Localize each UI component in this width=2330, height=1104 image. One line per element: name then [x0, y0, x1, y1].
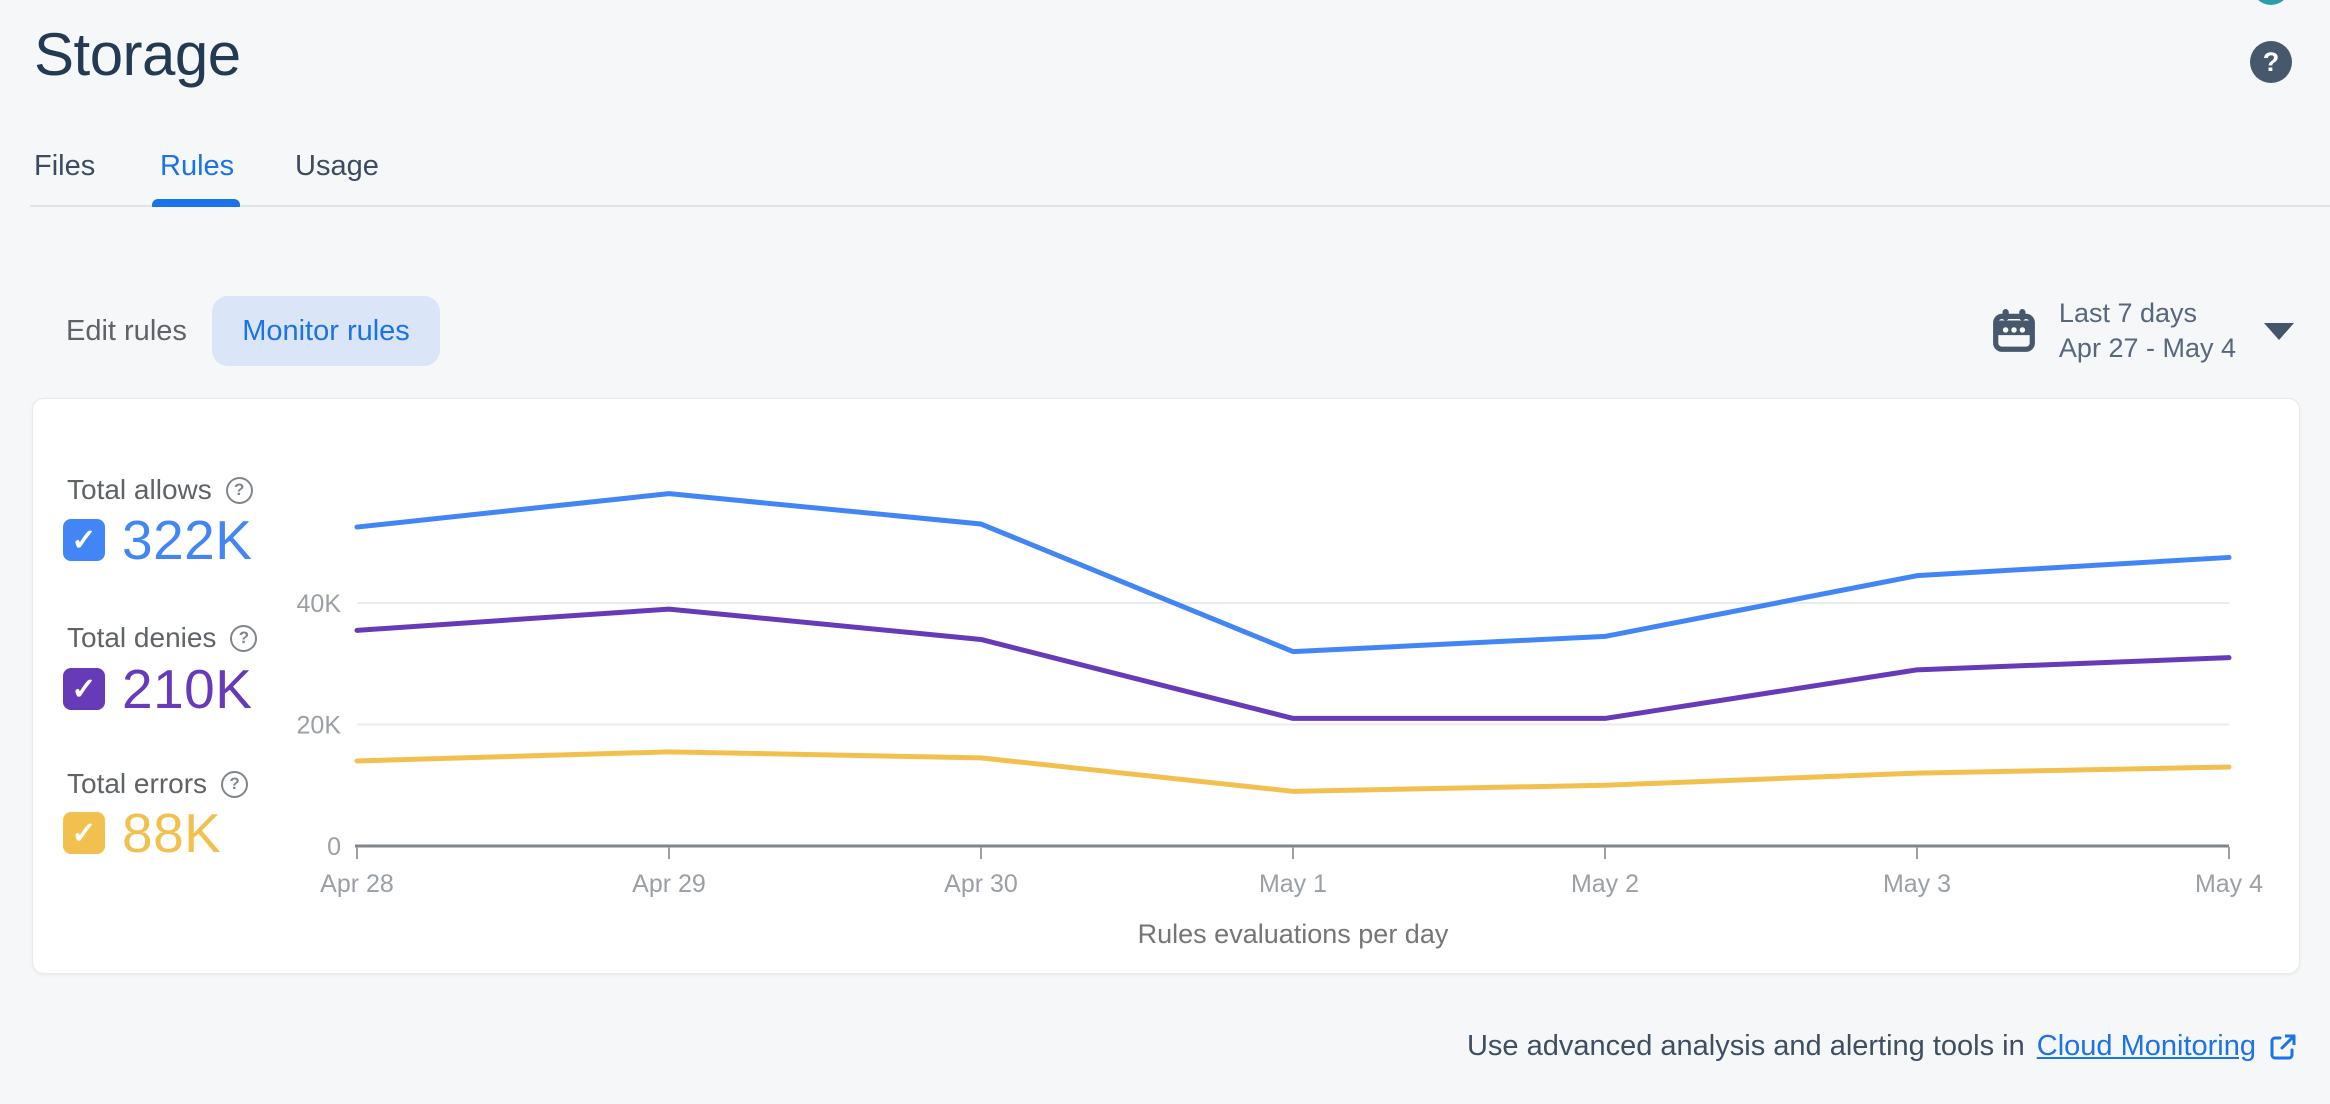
- tab-usage[interactable]: Usage: [295, 150, 379, 183]
- svg-text:May 2: May 2: [1571, 870, 1639, 898]
- monitor-rules-button[interactable]: Monitor rules: [212, 296, 440, 366]
- cloud-monitoring-callout: Use advanced analysis and alerting tools…: [1467, 1030, 2298, 1063]
- svg-text:May 4: May 4: [2195, 870, 2263, 898]
- svg-text:Apr 28: Apr 28: [320, 870, 394, 898]
- page-title: Storage: [34, 21, 241, 88]
- calendar-icon: [1993, 309, 2035, 352]
- chart-caption: Rules evaluations per day: [1137, 919, 1449, 949]
- rules-evaluations-chart: 0 20K 40K Apr 28 Apr 29 Apr 30 May 1 May 2 May 3…: [297, 491, 2263, 898]
- help-button[interactable]: ?: [2250, 41, 2292, 83]
- tab-rules[interactable]: Rules: [160, 150, 234, 183]
- svg-text:Apr 30: Apr 30: [944, 870, 1018, 898]
- tab-files[interactable]: Files: [34, 150, 95, 183]
- svg-text:20K: 20K: [297, 712, 342, 740]
- svg-text:May 1: May 1: [1259, 870, 1327, 898]
- date-range-text: Last 7 days Apr 27 - May 4: [2059, 296, 2236, 366]
- edit-rules-button[interactable]: Edit rules: [66, 296, 187, 366]
- rules-monitor-card: Total allows ? ✓ 322K Total denies ? ✓ 2…: [32, 398, 2300, 974]
- question-mark-icon: ?: [2262, 46, 2280, 77]
- account-avatar[interactable]: [2252, 0, 2290, 5]
- chevron-down-icon: [2264, 322, 2294, 340]
- svg-text:0: 0: [327, 833, 341, 861]
- external-link-icon[interactable]: [2268, 1032, 2298, 1062]
- storage-monitor-page: Storage ? Files Rules Usage Edit rules M…: [0, 0, 2330, 1104]
- date-range-dates: Apr 27 - May 4: [2058, 333, 2236, 363]
- svg-text:40K: 40K: [297, 590, 342, 618]
- svg-text:Apr 29: Apr 29: [632, 870, 706, 898]
- active-tab-indicator: [152, 199, 240, 207]
- tabs-divider: [30, 205, 2330, 207]
- date-range-preset: Last 7 days: [2058, 298, 2198, 328]
- date-range-selector[interactable]: Last 7 days Apr 27 - May 4: [1991, 293, 2294, 369]
- svg-text:May 3: May 3: [1883, 870, 1951, 898]
- cloud-monitoring-link[interactable]: Cloud Monitoring: [2037, 1030, 2256, 1063]
- storage-tabs: Files Rules Usage: [0, 138, 2330, 208]
- callout-text: Use advanced analysis and alerting tools…: [1466, 1030, 2025, 1062]
